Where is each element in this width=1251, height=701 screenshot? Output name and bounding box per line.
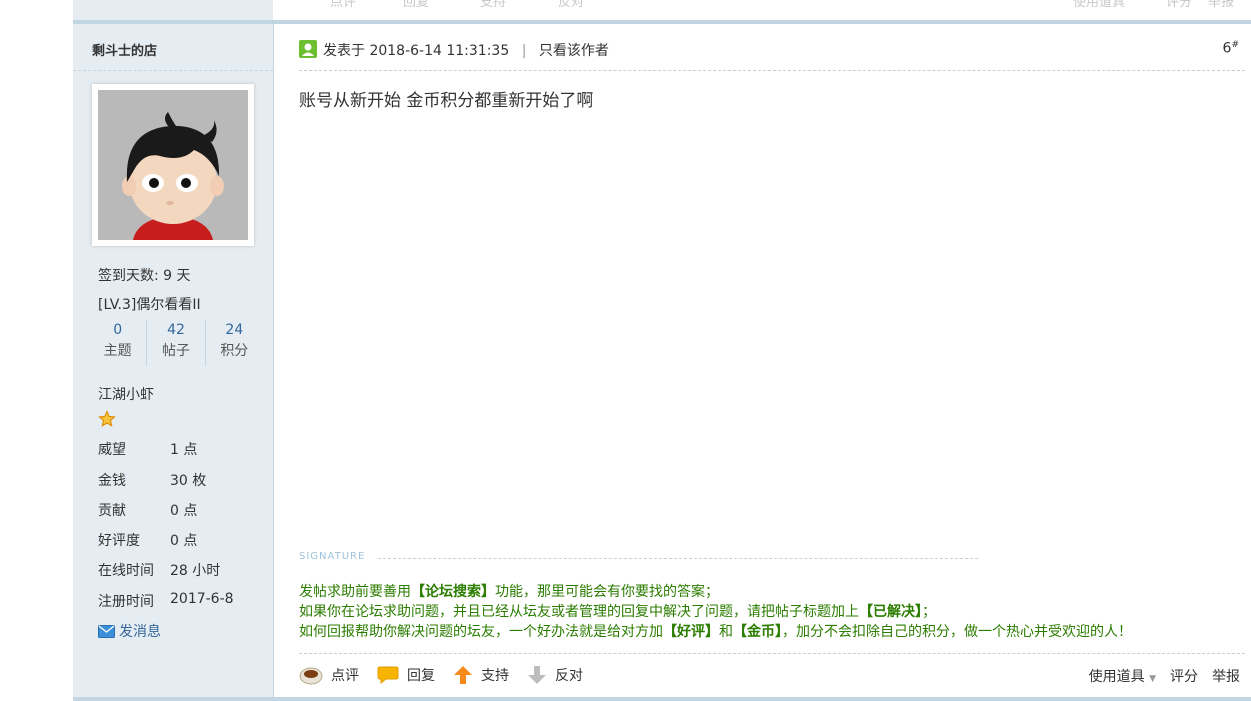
only-author-link[interactable]: 只看该作者 — [539, 43, 609, 59]
signature-line-3: 如何回报帮助你解决问题的坛友，一个好办法就是给对方加【好评】和【金币】，加分不会… — [299, 621, 1132, 641]
post-actions: 点评 回复 支持 反对 — [299, 663, 601, 687]
prev-support-link[interactable]: 支持 — [480, 0, 506, 10]
user-rank: 江湖小虾 — [98, 387, 154, 403]
signature-divider — [378, 558, 978, 559]
previous-post-footer: 点评 回复 支持 反对 使用道具 评分 举报 — [73, 0, 1251, 20]
floor-number[interactable]: 6# — [1223, 40, 1239, 57]
signature-solved: 【已解决】 — [859, 604, 922, 620]
post-bottom-bar — [73, 697, 1251, 701]
user-level[interactable]: [LV.3]偶尔看看II — [98, 294, 201, 314]
oppose-label[interactable]: 反对 — [555, 665, 583, 685]
arrow-down-icon — [528, 666, 546, 684]
info-contribution-value: 0 点 — [170, 503, 198, 519]
rank-star-icon — [98, 410, 116, 432]
info-contribution: 贡献 0 点 — [98, 500, 197, 520]
chevron-down-icon: ▼ — [1149, 674, 1156, 684]
sidebar-divider — [73, 70, 273, 71]
rate-link[interactable]: 评分 — [1170, 666, 1198, 686]
prev-oppose-link[interactable]: 反对 — [558, 0, 584, 10]
author-sidebar: 剩斗士的店 签到天数: 9 天 [LV.3]偶尔看看II 0 主题 42 帖子 … — [73, 24, 274, 701]
author-name[interactable]: 剩斗士的店 — [92, 40, 157, 59]
prev-report-link[interactable]: 举报 — [1208, 0, 1234, 10]
post-header-divider — [299, 70, 1245, 71]
info-money-label: 金钱 — [98, 473, 126, 489]
info-money: 金钱 30 枚 — [98, 470, 206, 490]
avatar-cartoon-icon — [98, 90, 248, 240]
reply-button[interactable]: 回复 — [377, 665, 435, 685]
info-prestige-label: 威望 — [98, 442, 126, 458]
prev-reply-link[interactable]: 回复 — [403, 0, 429, 10]
user-stats: 0 主题 42 帖子 24 积分 — [89, 320, 263, 366]
stat-posts[interactable]: 42 帖子 — [147, 320, 206, 366]
signature-line-3-text: 如何回报帮助你解决问题的坛友，一个好办法就是给对方加 — [299, 624, 663, 640]
comment-button[interactable]: 点评 — [299, 665, 359, 685]
meta-separator: | — [521, 43, 527, 59]
signature-line-2-tail: ； — [922, 604, 936, 620]
signature-line-1-tail: 功能，那里可能会有你要找的答案； — [495, 584, 719, 600]
info-rating-label: 好评度 — [98, 533, 140, 549]
floor-number-sup: # — [1231, 40, 1239, 50]
oppose-button[interactable]: 反对 — [527, 665, 583, 685]
signature-good-rating: 【好评】 — [663, 624, 719, 640]
info-money-value: 30 枚 — [170, 473, 207, 489]
previous-post-sidebar-bg — [73, 0, 273, 20]
post-content: 账号从新开始 金币积分都重新开始了啊 — [299, 91, 594, 111]
stat-threads-value[interactable]: 0 — [89, 320, 146, 340]
info-prestige-value: 1 点 — [170, 442, 198, 458]
info-register-date-value: 2017-6-8 — [170, 591, 234, 607]
signature-line-3-tail: ，加分不会扣除自己的积分，做一个热心并受欢迎的人！ — [782, 624, 1132, 640]
post-header: 发表于 2018-6-14 11:31:35 | 只看该作者 6# — [299, 38, 1239, 60]
signature-gold-coin: 【金币】 — [733, 624, 782, 640]
signature-forum-search: 【论坛搜索】 — [411, 584, 495, 600]
signature-line-1: 发帖求助前要善用【论坛搜索】功能，那里可能会有你要找的答案； — [299, 581, 719, 601]
info-prestige: 威望 1 点 — [98, 439, 197, 459]
post-footer-divider — [299, 653, 1245, 654]
support-label[interactable]: 支持 — [481, 665, 509, 685]
prev-use-tool-link[interactable]: 使用道具 — [1073, 0, 1125, 10]
signature-label: SIGNATURE — [299, 551, 366, 562]
info-register-date-label: 注册时间 — [98, 594, 154, 610]
checkin-days: 签到天数: 9 天 — [98, 268, 191, 284]
stat-points[interactable]: 24 积分 — [206, 320, 263, 366]
send-message-label[interactable]: 发消息 — [119, 621, 161, 641]
stat-threads[interactable]: 0 主题 — [89, 320, 148, 366]
use-tool-label[interactable]: 使用道具 — [1089, 669, 1145, 685]
post-date: 发表于 2018-6-14 11:31:35 — [323, 43, 510, 59]
stat-posts-label: 帖子 — [161, 343, 190, 359]
prev-rate-link[interactable]: 评分 — [1166, 0, 1192, 10]
post-meta: 发表于 2018-6-14 11:31:35 | 只看该作者 — [323, 40, 609, 60]
stat-points-label: 积分 — [220, 343, 249, 359]
avatar[interactable] — [92, 84, 254, 246]
prev-comment-link[interactable]: 点评 — [330, 0, 356, 10]
info-contribution-label: 贡献 — [98, 503, 126, 519]
info-rating: 好评度 0 点 — [98, 530, 197, 550]
stat-threads-label: 主题 — [103, 343, 132, 359]
envelope-icon — [98, 624, 115, 638]
coffee-cup-icon — [299, 667, 323, 685]
send-message-link[interactable]: 发消息 — [98, 621, 161, 641]
reply-label[interactable]: 回复 — [407, 665, 435, 685]
stat-points-value[interactable]: 24 — [206, 320, 263, 340]
stat-posts-value[interactable]: 42 — [147, 320, 204, 340]
signature-line-3-and: 和 — [719, 624, 733, 640]
info-register-date: 注册时间 2017-6-8 — [98, 591, 234, 611]
report-link[interactable]: 举报 — [1212, 666, 1240, 686]
comment-label[interactable]: 点评 — [331, 665, 359, 685]
support-button[interactable]: 支持 — [453, 665, 509, 685]
signature-line-2-text: 如果你在论坛求助问题，并且已经从坛友或者管理的回复中解决了问题，请把帖子标题加上 — [299, 604, 859, 620]
avatar-image — [98, 90, 248, 240]
signature-line-1-text: 发帖求助前要善用 — [299, 584, 411, 600]
use-tool-menu[interactable]: 使用道具 ▼ — [1089, 666, 1156, 686]
info-online-time-label: 在线时间 — [98, 563, 154, 579]
online-user-icon — [299, 40, 317, 58]
arrow-up-icon — [454, 666, 472, 684]
info-online-time-value: 28 小时 — [170, 563, 221, 579]
info-rating-value: 0 点 — [170, 533, 198, 549]
post-right-actions: 使用道具 ▼ 评分 举报 — [1089, 666, 1240, 686]
info-online-time: 在线时间 28 小时 — [98, 560, 220, 580]
speech-bubble-icon — [377, 666, 399, 685]
signature-line-2: 如果你在论坛求助问题，并且已经从坛友或者管理的回复中解决了问题，请把帖子标题加上… — [299, 601, 936, 621]
